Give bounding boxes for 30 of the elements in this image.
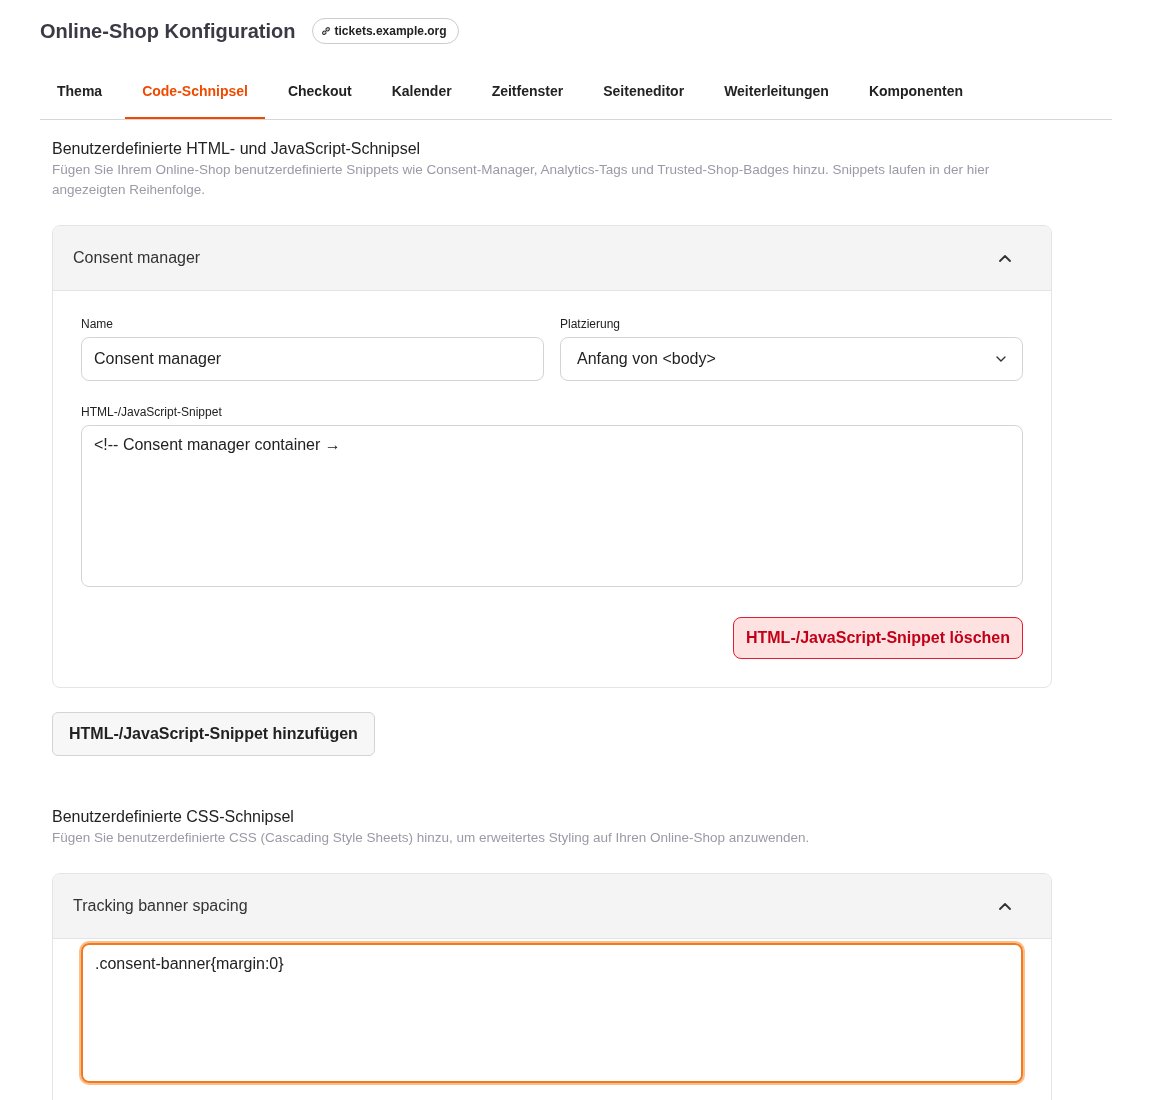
card-title: Consent manager	[73, 249, 201, 267]
tab[interactable]: Checkout	[270, 66, 369, 119]
tab[interactable]: Zeitfenster	[474, 66, 581, 119]
code-textarea[interactable]: .consent-banner{margin:0}	[81, 943, 1023, 1083]
field-label: HTML-/JavaScript-Snippet	[81, 405, 223, 419]
tab[interactable]: Code-Schnipsel	[125, 66, 265, 119]
card-header[interactable]: Consent manager	[53, 226, 1051, 291]
page-title: Online-Shop Konfiguration	[40, 19, 296, 43]
name-input[interactable]: Consent manager	[81, 337, 544, 381]
section-description: Fügen Sie Ihrem Online-Shop benutzerdefinierte Snippets wie Consent-Manager, Analytics-Tags und Trusted-Shop-Badges hinzu. Snippets laufen in der hier angezeigten Reihenfolge.	[52, 161, 991, 199]
placement-select[interactable]: Anfang von <body>	[560, 337, 1023, 381]
tab[interactable]: Seiteneditor	[586, 66, 702, 119]
chevron-icon[interactable]	[999, 254, 1011, 262]
caret-icon	[996, 356, 1006, 362]
chevron-icon[interactable]	[999, 902, 1011, 910]
tab[interactable]: Kalender	[374, 66, 469, 119]
field-label: Name	[81, 317, 114, 331]
card-title: Tracking banner spacing	[73, 897, 248, 915]
code-textarea[interactable]: <!-- Consent manager container →	[81, 425, 1023, 587]
section-description: Fügen Sie benutzerdefinierte CSS (Cascading Style Sheets) hinzu, um erweitertes Styling auf Ihren Online-Shop anzuwenden.	[52, 829, 811, 847]
section-heading: Benutzerdefinierte HTML- und JavaScript-Schnipsel	[52, 140, 422, 158]
tab[interactable]: Komponenten	[851, 66, 980, 119]
add-snippet-button[interactable]: HTML-/JavaScript-Snippet hinzufügen	[52, 712, 375, 756]
section-heading: Benutzerdefinierte CSS-Schnipsel	[52, 808, 295, 826]
tab[interactable]: Thema	[40, 66, 120, 119]
field-label: Platzierung	[560, 317, 622, 331]
tab[interactable]: Weiterleitungen	[707, 66, 846, 119]
card-header[interactable]: Tracking banner spacing	[53, 874, 1051, 939]
delete-snippet-button[interactable]: HTML-/JavaScript-Snippet löschen	[732, 617, 1023, 659]
link-icon	[320, 26, 331, 36]
